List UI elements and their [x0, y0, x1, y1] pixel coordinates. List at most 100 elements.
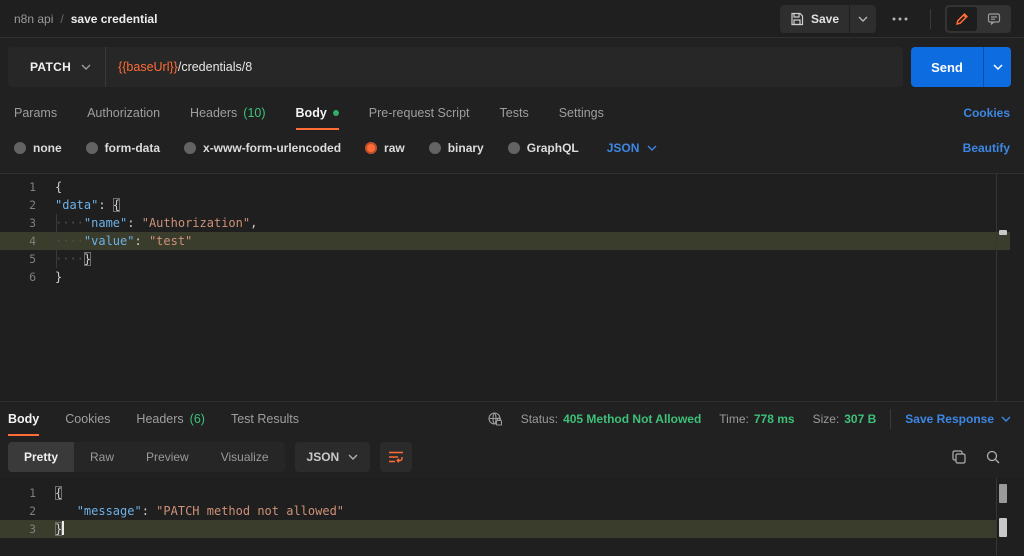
token-key: "data" [55, 198, 99, 212]
tab-authorization-label: Authorization [87, 106, 161, 120]
view-pretty-button[interactable]: Pretty [8, 442, 75, 472]
raw-format-dropdown[interactable]: JSON [607, 141, 658, 155]
body-type-none[interactable]: none [14, 141, 62, 155]
indent-guide [56, 214, 57, 268]
request-url-row: PATCH {{baseUrl}}/credentials/8 Send [0, 38, 1024, 96]
token-punct: : [98, 198, 113, 212]
method-selector[interactable]: PATCH [8, 60, 105, 74]
request-body-editor[interactable]: 1 { 2 "data": { 3 ····"name": "Authoriza… [0, 174, 1024, 402]
tab-params[interactable]: Params [14, 96, 57, 130]
view-preview-button[interactable]: Preview [130, 442, 205, 472]
tab-pre-request-script[interactable]: Pre-request Script [369, 96, 470, 130]
response-body-viewer[interactable]: 1 { 2 "message": "PATCH method not allow… [0, 478, 1024, 556]
token-brace-matched: { [55, 486, 63, 500]
token-brace-matched: } [83, 252, 92, 266]
copy-response-button[interactable] [947, 445, 971, 469]
response-format-label: JSON [306, 450, 340, 464]
response-meta: Status: 405 Method Not Allowed Time: 778 m… [487, 409, 1011, 429]
comments-button[interactable] [979, 7, 1009, 31]
search-response-button[interactable] [981, 445, 1005, 469]
editor-overview-ruler [996, 478, 997, 556]
response-tab-test-results-label: Test Results [230, 412, 300, 426]
token-key: "message" [76, 504, 142, 518]
status-label: Status: [520, 412, 559, 426]
response-tab-body-label: Body [8, 412, 40, 426]
line-number: 2 [29, 504, 36, 518]
send-split-button: Send [911, 47, 1011, 87]
response-tab-cookies[interactable]: Cookies [65, 402, 110, 436]
cookies-link[interactable]: Cookies [963, 106, 1010, 120]
code-line-current: 4 ····"value": "test" [0, 232, 1010, 250]
scrollbar-mark[interactable] [999, 230, 1007, 235]
response-tab-headers-label: Headers [136, 412, 184, 426]
request-title-bar: n8n api / save credential Save [0, 0, 1024, 38]
beautify-link[interactable]: Beautify [963, 141, 1010, 155]
edit-mode-button[interactable] [947, 6, 977, 31]
whitespace-dots: ···· [55, 252, 84, 266]
tab-tests[interactable]: Tests [500, 96, 529, 130]
line-number: 6 [29, 270, 36, 284]
scrollbar-mark[interactable] [999, 518, 1007, 537]
view-visualize-button[interactable]: Visualize [205, 442, 285, 472]
whitespace-dots: ···· [55, 216, 84, 230]
line-number: 4 [29, 234, 36, 248]
response-tab-test-results[interactable]: Test Results [231, 402, 299, 436]
tab-settings[interactable]: Settings [559, 96, 604, 130]
token-string: "PATCH method not allowed" [156, 504, 345, 518]
tab-body[interactable]: Body [295, 96, 340, 130]
body-type-raw[interactable]: raw [365, 141, 405, 155]
tab-headers-label: Headers [190, 106, 238, 120]
save-button[interactable]: Save [779, 4, 849, 33]
response-tab-body[interactable]: Body [8, 402, 40, 436]
time-value: 778 ms [753, 412, 795, 426]
save-icon [790, 12, 804, 26]
body-type-form-data[interactable]: form-data [85, 141, 161, 155]
text-cursor [62, 521, 64, 535]
response-format-dropdown[interactable]: JSON [294, 442, 371, 472]
body-type-urlencoded[interactable]: x-www-form-urlencoded [184, 141, 341, 155]
radio-icon [85, 142, 98, 154]
token-brace-matched: } [55, 522, 63, 536]
body-type-binary[interactable]: binary [428, 141, 484, 155]
line-number: 3 [29, 522, 36, 536]
send-button[interactable]: Send [911, 47, 983, 87]
code-line-current: 3 } [0, 520, 996, 538]
breadcrumb-collection[interactable]: n8n api [14, 12, 53, 26]
time-label: Time: [719, 412, 749, 426]
line-number: 1 [29, 180, 36, 194]
ellipsis-icon [892, 17, 908, 20]
comment-icon [987, 12, 1001, 25]
view-raw-button[interactable]: Raw [74, 442, 130, 472]
body-type-binary-label: binary [447, 141, 484, 155]
breadcrumb-request-name[interactable]: save credential [71, 12, 158, 26]
breadcrumb[interactable]: n8n api / save credential [14, 12, 157, 26]
body-type-form-data-label: form-data [104, 141, 161, 155]
body-modified-dot [332, 110, 339, 116]
url-path: /credentials/8 [177, 60, 253, 74]
token-punct: : [127, 216, 142, 230]
wrap-lines-button[interactable] [380, 442, 413, 472]
body-type-graphql-label: GraphQL [526, 141, 579, 155]
token-punct: : [141, 504, 157, 518]
send-options-dropdown[interactable] [983, 47, 1011, 87]
line-number: 2 [29, 198, 36, 212]
status-value: 405 Method Not Allowed [563, 412, 702, 426]
word-wrap-icon [389, 451, 404, 463]
tab-authorization[interactable]: Authorization [87, 96, 160, 130]
breadcrumb-separator: / [60, 11, 64, 26]
save-options-dropdown[interactable] [850, 4, 876, 33]
tab-headers[interactable]: Headers (10) [190, 96, 265, 130]
save-response-dropdown[interactable]: Save Response [905, 412, 1011, 426]
url-input[interactable]: {{baseUrl}}/credentials/8 [106, 60, 264, 74]
response-tab-headers[interactable]: Headers (6) [136, 402, 205, 436]
tab-body-label: Body [295, 106, 327, 120]
radio-icon [507, 142, 520, 154]
token-punct: , [250, 216, 258, 230]
token-brace: } [55, 270, 63, 284]
more-actions-button[interactable] [884, 5, 916, 33]
scrollbar-thumb[interactable] [999, 484, 1007, 503]
body-type-graphql[interactable]: GraphQL [507, 141, 579, 155]
edit-comment-toggle [945, 4, 1011, 33]
copy-icon [952, 450, 966, 464]
